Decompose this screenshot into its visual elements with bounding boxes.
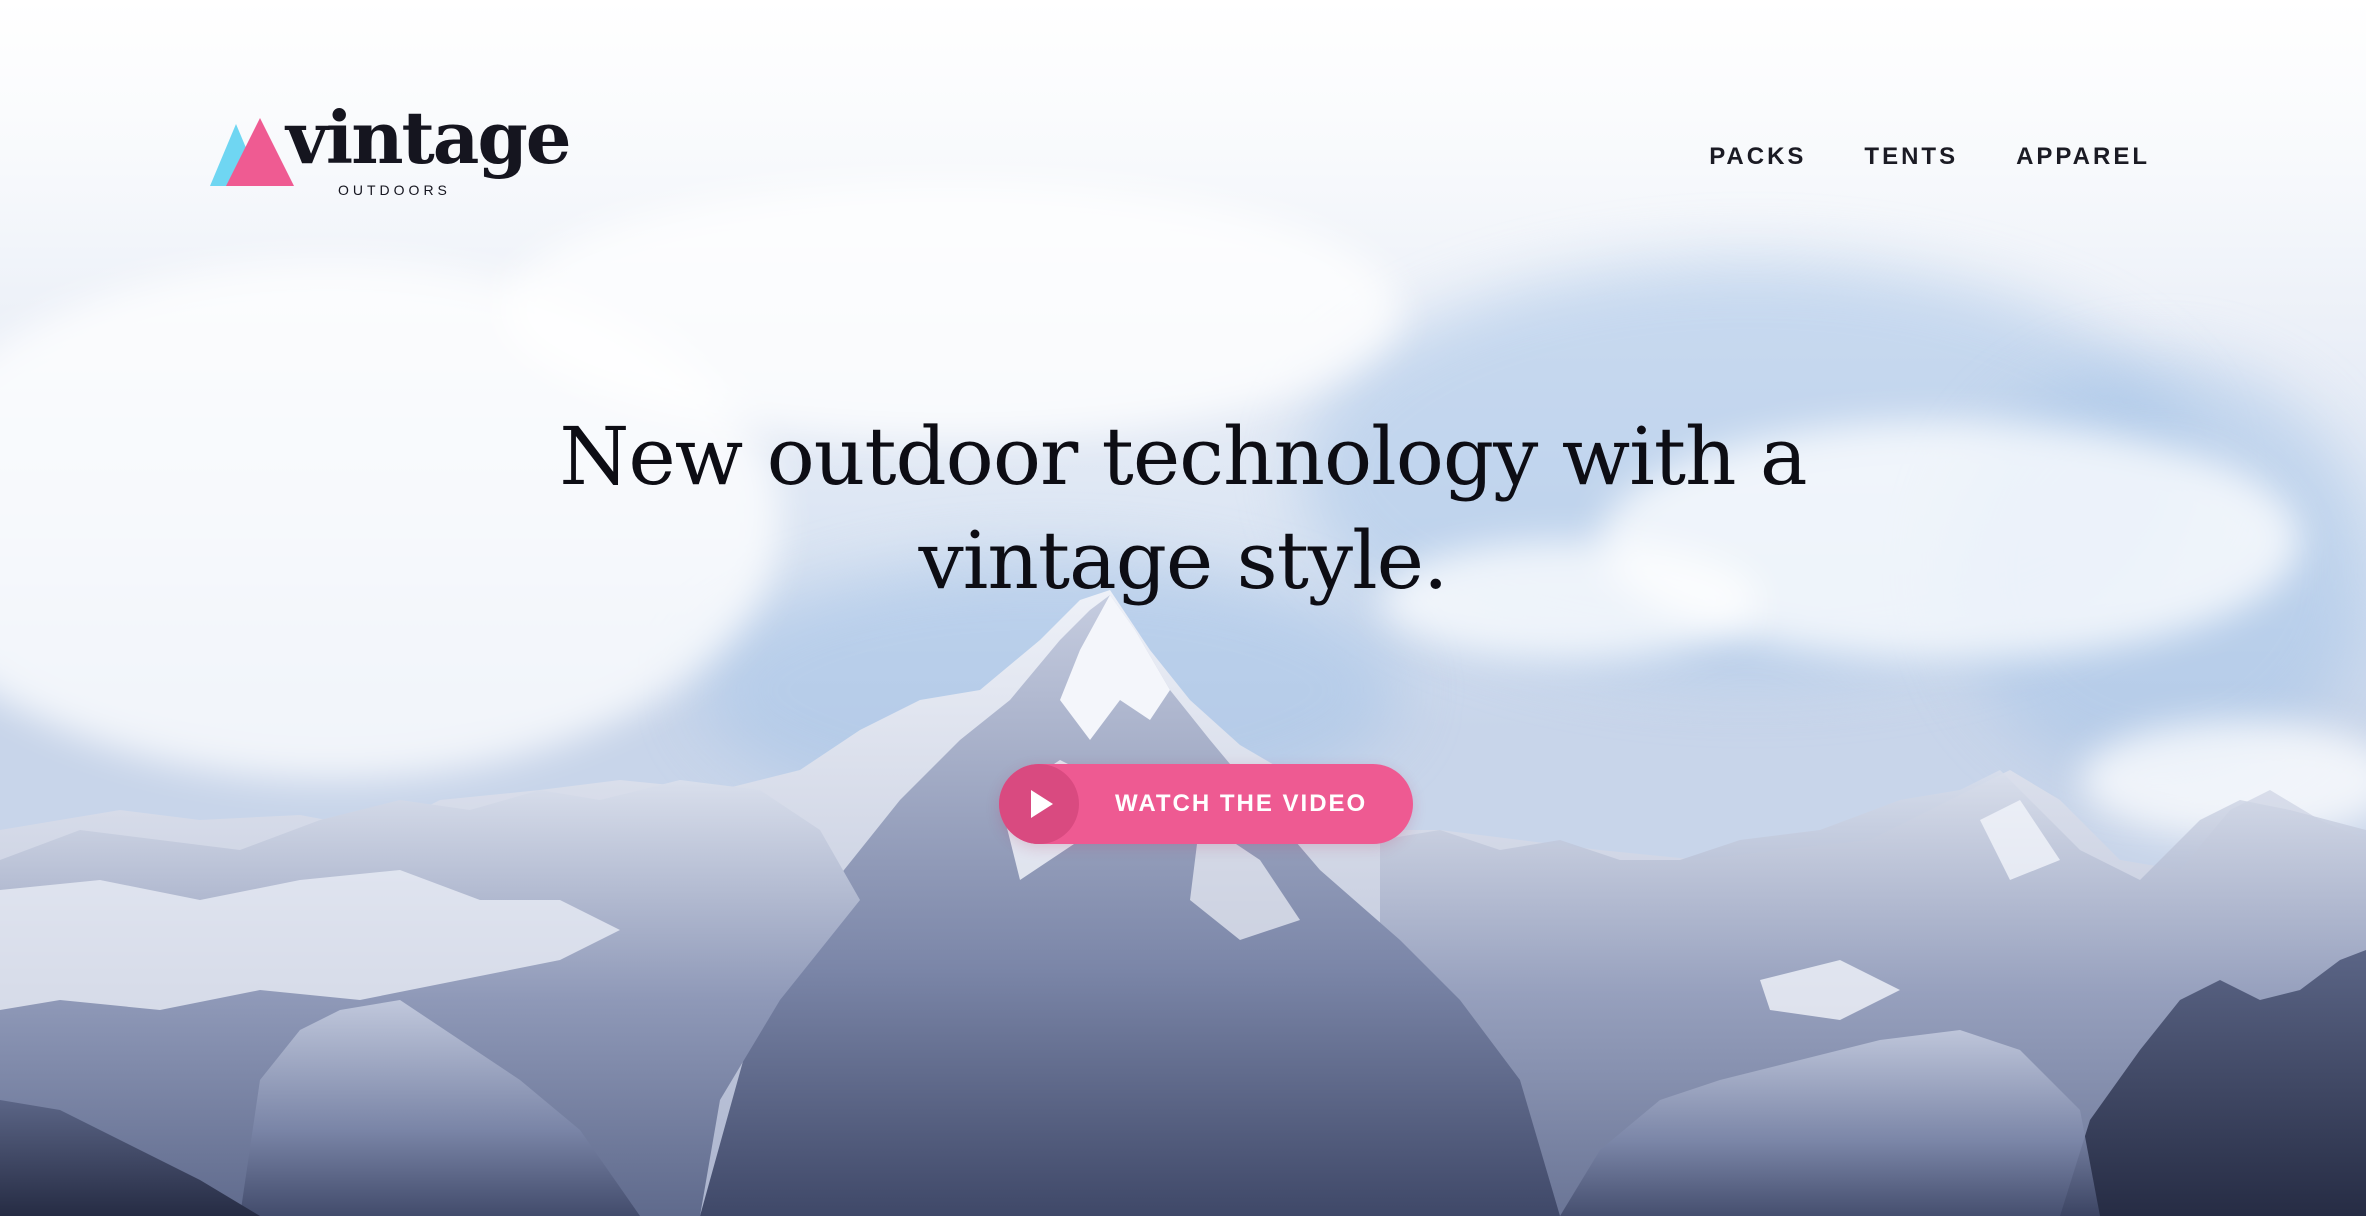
- main-nav: PACKS TENTS APPAREL: [1709, 143, 2150, 171]
- hero-section: vintage OUTDOORS PACKS TENTS APPAREL New…: [0, 0, 2366, 1216]
- watch-video-label: WATCH THE VIDEO: [1115, 790, 1368, 817]
- logo-mountain-icon: [226, 118, 294, 186]
- logo-wordmark: vintage: [286, 95, 572, 180]
- logo-tagline: OUTDOORS: [338, 182, 451, 198]
- watch-video-button[interactable]: WATCH THE VIDEO: [999, 764, 1413, 844]
- hero-headline: New outdoor technology with a vintage st…: [0, 405, 2366, 613]
- hero-headline-line-2: vintage style.: [918, 514, 1449, 607]
- nav-item-packs[interactable]: PACKS: [1709, 143, 1806, 171]
- nav-item-apparel[interactable]: APPAREL: [2016, 143, 2150, 171]
- nav-item-tents[interactable]: TENTS: [1864, 143, 1958, 171]
- brand-logo[interactable]: vintage OUTDOORS: [210, 102, 572, 202]
- play-icon: [999, 764, 1079, 844]
- hero-headline-line-1: New outdoor technology with a: [559, 410, 1807, 503]
